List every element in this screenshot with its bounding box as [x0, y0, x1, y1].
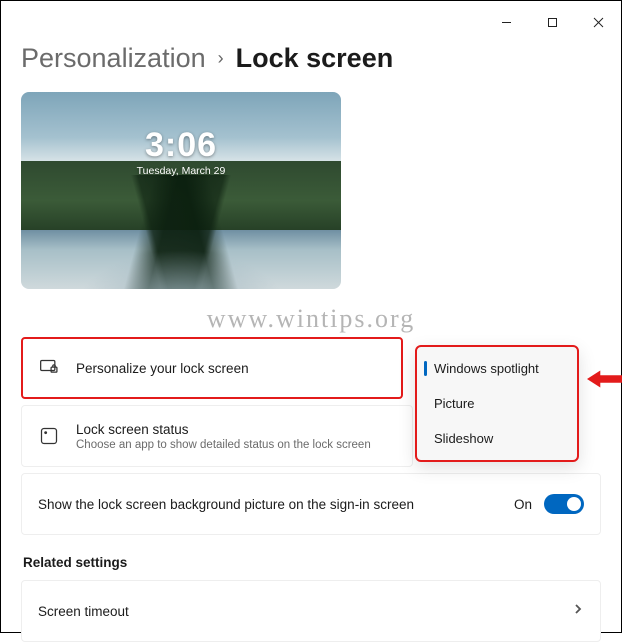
dropdown-option-windows-spotlight[interactable]: Windows spotlight [420, 351, 574, 386]
personalize-dropdown-menu: Windows spotlight Picture Slideshow [415, 345, 579, 462]
window-titlebar [1, 1, 621, 37]
section-related-settings: Related settings [23, 555, 601, 570]
dropdown-option-picture[interactable]: Picture [420, 386, 574, 421]
dropdown-option-slideshow[interactable]: Slideshow [420, 421, 574, 456]
row-signin-background: Show the lock screen background picture … [21, 473, 601, 535]
minimize-button[interactable] [483, 7, 529, 37]
page-title: Lock screen [236, 43, 394, 74]
breadcrumb-parent[interactable]: Personalization [21, 43, 206, 74]
row-title: Personalize your lock screen [76, 361, 249, 376]
toggle-label: On [514, 497, 532, 512]
breadcrumb: Personalization › Lock screen [21, 43, 601, 74]
row-title: Show the lock screen background picture … [38, 497, 414, 512]
row-title: Lock screen status [76, 422, 371, 437]
lock-screen-preview: 3:06 Tuesday, March 29 [21, 92, 341, 289]
preview-date: Tuesday, March 29 [21, 165, 341, 177]
row-subtitle: Choose an app to show detailed status on… [76, 439, 371, 451]
row-lock-screen-status[interactable]: Lock screen status Choose an app to show… [21, 405, 413, 467]
chevron-right-icon [572, 602, 584, 620]
row-title: Screen timeout [38, 604, 129, 619]
app-square-icon [38, 426, 60, 446]
signin-background-toggle[interactable] [544, 494, 584, 514]
preview-time: 3:06 [21, 126, 341, 165]
annotation-arrow [587, 368, 622, 395]
monitor-lock-icon [38, 358, 60, 378]
close-button[interactable] [575, 7, 621, 37]
chevron-right-icon: › [218, 48, 224, 69]
maximize-button[interactable] [529, 7, 575, 37]
row-personalize-lock-screen[interactable]: Personalize your lock screen [21, 337, 403, 399]
